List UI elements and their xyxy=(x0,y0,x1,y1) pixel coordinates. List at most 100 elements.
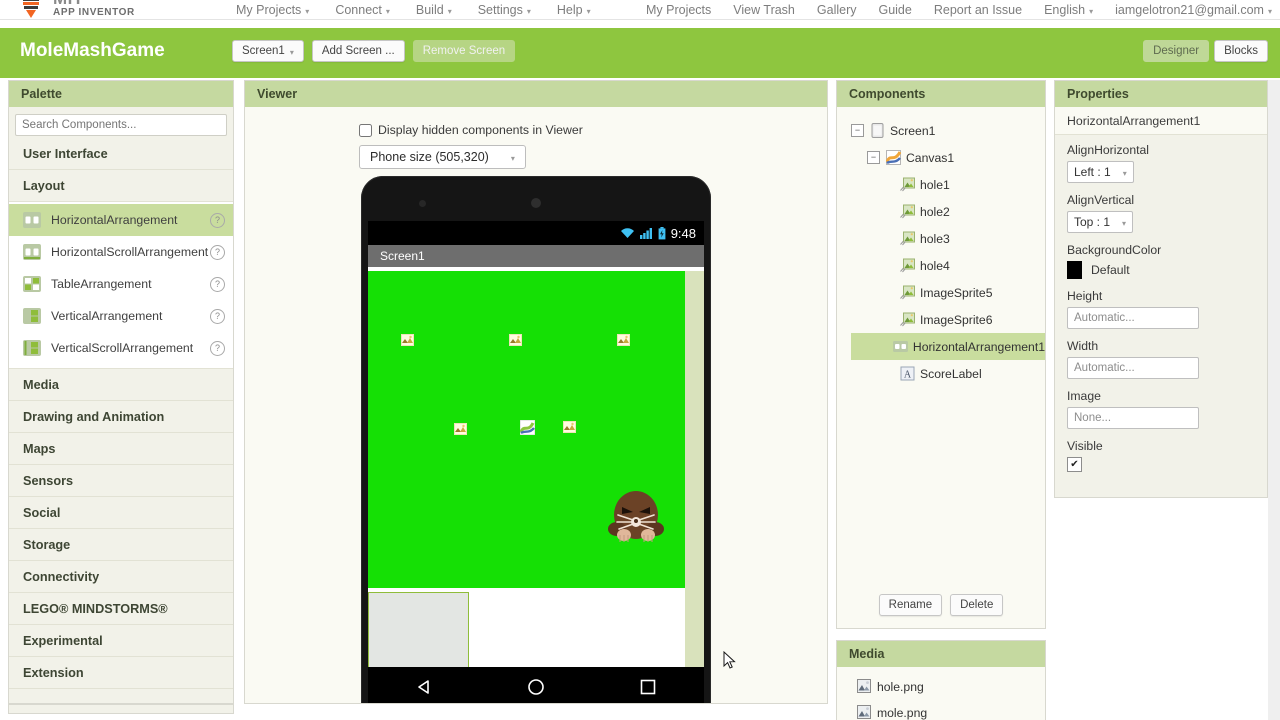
menu-build[interactable]: Build ▾ xyxy=(416,3,452,17)
palette-category-sensors[interactable]: Sensors xyxy=(9,465,233,497)
property-select-alignhorizontal[interactable]: Left : 1 ▾ xyxy=(1067,161,1134,183)
mit-app-inventor-logo[interactable]: MIT APP INVENTOR xyxy=(14,0,184,20)
help-icon[interactable]: ? xyxy=(210,212,225,228)
sprite-hole1[interactable] xyxy=(401,333,414,346)
tree-node-label: ScoreLabel xyxy=(920,366,982,381)
image-file-icon xyxy=(857,678,871,696)
tree-node-hole3[interactable]: hole3 xyxy=(851,225,1045,252)
palette-item-label: HorizontalScrollArrangement xyxy=(51,245,209,259)
component-actions: Rename Delete xyxy=(837,594,1045,616)
tree-node-canvas1[interactable]: − Canvas1 xyxy=(851,144,1045,171)
palette-category-drawing-and-animation[interactable]: Drawing and Animation xyxy=(9,401,233,433)
image-sprite-icon xyxy=(900,177,915,192)
property-value: Left : 1 xyxy=(1074,165,1111,179)
nav-gallery-label: Gallery xyxy=(816,3,857,17)
table-arrangement-icon xyxy=(23,276,41,292)
sprite-hole4[interactable] xyxy=(454,422,467,435)
search-components-input[interactable] xyxy=(15,114,227,136)
screen-title-bar: Screen1 xyxy=(368,245,704,267)
palette-category-label: Social xyxy=(23,505,61,520)
property-checkbox-visible[interactable]: ✔ xyxy=(1067,457,1082,472)
media-file-mole-png[interactable]: mole.png xyxy=(857,700,1045,720)
sprite-hole3[interactable] xyxy=(617,333,630,346)
nav-english[interactable]: English ▾ xyxy=(1044,3,1093,17)
phone-size-dropdown[interactable]: Phone size (505,320) ▾ xyxy=(359,145,526,169)
palette-category-label: Media xyxy=(23,377,59,392)
collapse-expand-icon[interactable]: − xyxy=(867,151,880,164)
palette-item-verticalarrangement[interactable]: VerticalArrangement? xyxy=(9,300,233,332)
palette-category-experimental[interactable]: Experimental xyxy=(9,625,233,657)
palette-item-horizontalscrollarrangement[interactable]: HorizontalScrollArrangement? xyxy=(9,236,233,268)
components-header: Components xyxy=(837,81,1045,107)
palette-category-user-interface[interactable]: User Interface xyxy=(9,138,233,170)
tree-node-label: HorizontalArrangement1 xyxy=(912,339,1045,354)
palette-item-horizontalarrangement[interactable]: HorizontalArrangement? xyxy=(9,204,233,236)
tree-node-screen1[interactable]: − Screen1 xyxy=(851,117,1045,144)
palette-item-tablearrangement[interactable]: TableArrangement? xyxy=(9,268,233,300)
sprite-imagesprite5[interactable] xyxy=(563,420,576,433)
tree-node-imagesprite6[interactable]: ImageSprite6 xyxy=(851,306,1045,333)
blocks-tab-button[interactable]: Blocks xyxy=(1214,40,1268,62)
menu-settings[interactable]: Settings ▾ xyxy=(478,3,531,17)
phone-screen[interactable]: 9:48 Screen1 xyxy=(368,221,704,667)
nav-view-trash[interactable]: View Trash xyxy=(733,3,795,17)
nav-my-projects[interactable]: My Projects xyxy=(646,3,711,17)
property-select-alignvertical[interactable]: Top : 1 ▾ xyxy=(1067,211,1134,233)
palette-horizontal-scrollbar[interactable] xyxy=(8,704,234,714)
horizontal-arrangement-icon xyxy=(23,212,41,228)
android-navigation-bar xyxy=(368,667,704,703)
palette-category-lego-mindstorms[interactable]: LEGO® MINDSTORMS® xyxy=(9,593,233,625)
image-sprite-icon xyxy=(900,231,915,246)
tree-node-horizontalarrangement1[interactable]: HorizontalArrangement1 xyxy=(851,333,1045,360)
palette-item-verticalscrollarrangement[interactable]: VerticalScrollArrangement? xyxy=(9,332,233,364)
media-file-hole-png[interactable]: hole.png xyxy=(857,674,1045,700)
delete-component-button[interactable]: Delete xyxy=(950,594,1004,616)
properties-fields: AlignHorizontal Left : 1 ▾ AlignVertical Top… xyxy=(1055,135,1267,472)
chevron-down-icon: ▾ xyxy=(385,6,390,16)
tree-node-hole2[interactable]: hole2 xyxy=(851,198,1045,225)
tree-node-hole1[interactable]: hole1 xyxy=(851,171,1045,198)
palette-category-extension[interactable]: Extension xyxy=(9,657,233,689)
nav-report-an-issue[interactable]: Report an Issue xyxy=(934,3,1022,17)
property-input-image[interactable]: None... xyxy=(1067,407,1199,429)
display-hidden-components-row[interactable]: Display hidden components in Viewer xyxy=(359,123,583,137)
menu-connect[interactable]: Connect ▾ xyxy=(335,3,390,17)
palette-category-media[interactable]: Media xyxy=(9,369,233,401)
palette-category-layout[interactable]: Layout xyxy=(9,170,233,202)
help-icon[interactable]: ? xyxy=(210,276,225,292)
sprite-imagesprite6[interactable] xyxy=(519,419,536,436)
rename-component-button[interactable]: Rename xyxy=(878,594,943,616)
tree-node-label: Canvas1 xyxy=(906,150,955,165)
property-input-height[interactable]: Automatic... xyxy=(1067,307,1199,329)
nav-guide[interactable]: Guide xyxy=(878,3,911,17)
project-toolbar: MoleMashGame Screen1 ▾ Add Screen ... Re… xyxy=(0,28,1280,78)
sprite-hole2[interactable] xyxy=(509,333,522,346)
nav-iamgelotron21-gmail-com[interactable]: iamgelotron21@gmail.com ▾ xyxy=(1115,3,1272,17)
tree-node-scorelabel[interactable]: A ScoreLabel xyxy=(851,360,1045,387)
collapse-expand-icon[interactable]: − xyxy=(851,124,864,137)
property-input-width[interactable]: Automatic... xyxy=(1067,357,1199,379)
tree-node-imagesprite5[interactable]: ImageSprite5 xyxy=(851,279,1045,306)
menu-my-projects[interactable]: My Projects ▾ xyxy=(236,3,309,17)
canvas1-component[interactable] xyxy=(368,271,685,588)
property-color-backgroundcolor[interactable]: Default xyxy=(1067,261,1255,279)
remove-screen-button[interactable]: Remove Screen xyxy=(412,40,516,62)
palette-category-maps[interactable]: Maps xyxy=(9,433,233,465)
designer-tab-button[interactable]: Designer xyxy=(1143,40,1210,62)
palette-category-connectivity[interactable]: Connectivity xyxy=(9,561,233,593)
menu-help[interactable]: Help ▾ xyxy=(557,3,591,17)
screen-selector-dropdown[interactable]: Screen1 ▾ xyxy=(232,40,304,62)
tree-node-hole4[interactable]: hole4 xyxy=(851,252,1045,279)
palette-category-social[interactable]: Social xyxy=(9,497,233,529)
display-hidden-components-checkbox[interactable] xyxy=(359,123,372,137)
signal-icon xyxy=(639,228,652,239)
help-icon[interactable]: ? xyxy=(210,340,225,356)
sprite-mole[interactable] xyxy=(606,485,666,543)
add-screen-button[interactable]: Add Screen ... xyxy=(311,40,405,62)
horizontalarrangement1-component[interactable] xyxy=(368,592,469,667)
help-icon[interactable]: ? xyxy=(210,308,225,324)
palette-category-storage[interactable]: Storage xyxy=(9,529,233,561)
help-icon[interactable]: ? xyxy=(210,244,225,260)
nav-gallery[interactable]: Gallery xyxy=(817,3,857,17)
viewer-options: Display hidden components in Viewer Phon… xyxy=(359,123,583,169)
